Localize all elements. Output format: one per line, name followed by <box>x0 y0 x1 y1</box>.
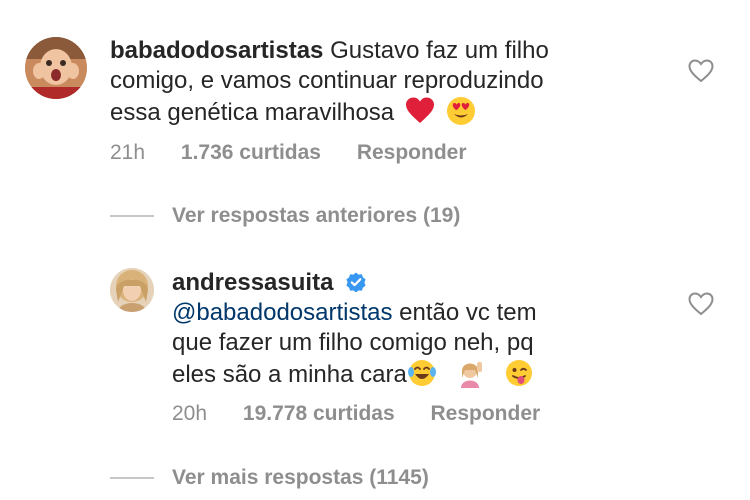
tears-of-joy-emoji <box>407 358 437 388</box>
comment-time: 20h <box>172 402 208 425</box>
red-heart-emoji <box>405 96 435 126</box>
tipping-hand-emoji <box>455 358 485 388</box>
comment-time: 21h <box>110 141 146 164</box>
thread-divider <box>110 477 154 480</box>
user-mention-link[interactable]: @babadodosartistas <box>172 299 393 326</box>
avatar[interactable] <box>25 37 87 99</box>
view-more-replies[interactable]: Ver mais respostas (1145) <box>110 466 429 490</box>
comment-body: babadodosartistas Gustavo faz um filho c… <box>110 36 549 128</box>
heart-eyes-emoji <box>446 96 476 126</box>
comment-text-line: essa genética maravilhosa <box>110 99 395 126</box>
heart-outline-icon[interactable] <box>688 292 714 316</box>
comment-text-line: então vc tem <box>399 299 537 326</box>
view-more-replies-label: Ver mais respostas (1145) <box>172 466 429 489</box>
reply-body: andressasuita @babadodosartistas então v… <box>172 268 537 390</box>
reply-meta: 20h 19.778 curtidas Responder <box>172 402 570 426</box>
view-previous-replies-label: Ver respostas anteriores (19) <box>172 204 461 227</box>
comments-screen: babadodosartistas Gustavo faz um filho c… <box>0 0 750 500</box>
comment-text-line: comigo, e vamos continuar reproduzindo <box>110 67 544 94</box>
reply-button[interactable]: Responder <box>357 141 467 164</box>
heart-outline-icon[interactable] <box>688 59 714 83</box>
comment-text-line: Gustavo faz um filho <box>330 37 549 64</box>
username[interactable]: andressasuita <box>172 269 333 296</box>
comment-text-line: que fazer um filho comigo neh, pq <box>172 329 534 356</box>
avatar[interactable] <box>110 268 154 312</box>
view-previous-replies[interactable]: Ver respostas anteriores (19) <box>110 204 460 228</box>
comment-text-line: eles são a minha cara <box>172 361 407 388</box>
reply-button[interactable]: Responder <box>431 402 541 425</box>
likes-count[interactable]: 1.736 curtidas <box>181 141 321 164</box>
verified-badge-icon <box>346 270 366 293</box>
thread-divider <box>110 215 154 218</box>
likes-count[interactable]: 19.778 curtidas <box>243 402 395 425</box>
username[interactable]: babadodosartistas <box>110 37 323 64</box>
comment-meta: 21h 1.736 curtidas Responder <box>110 141 497 165</box>
winking-tongue-emoji <box>504 358 534 388</box>
